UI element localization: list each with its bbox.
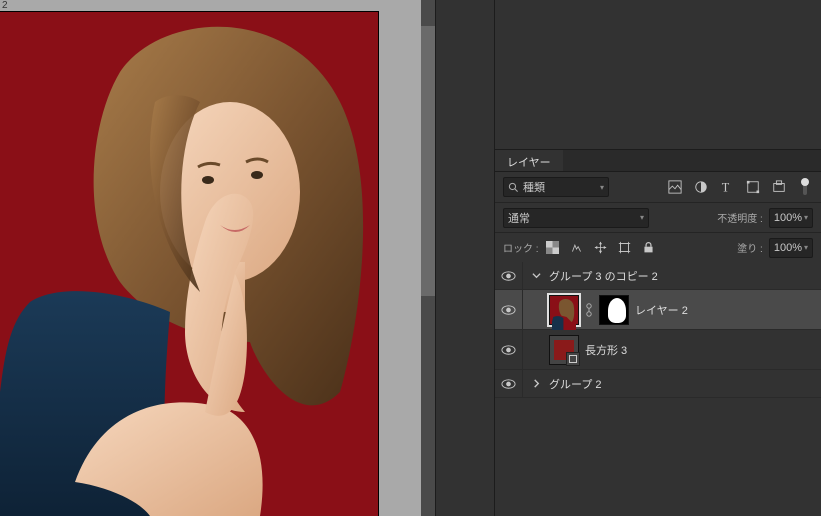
artboard[interactable]	[0, 12, 378, 516]
lock-image-icon[interactable]	[569, 240, 585, 256]
layer-mask-link-icon[interactable]	[585, 303, 593, 317]
panels-area: レイヤー 種類 ▾ T	[494, 0, 821, 516]
thumbnail-content	[552, 298, 576, 330]
lock-row: ロック : 塗り : 100% ▾	[495, 232, 821, 262]
layer-name[interactable]: グループ 2	[549, 376, 815, 392]
canvas-vertical-scrollbar[interactable]	[421, 0, 435, 516]
layer-image-row[interactable]: レイヤー 2	[495, 290, 821, 330]
lock-artboard-icon[interactable]	[617, 240, 633, 256]
layer-mask-thumbnail[interactable]	[599, 295, 629, 325]
opacity-value[interactable]: 100% ▾	[769, 208, 813, 228]
filter-toggle-switch[interactable]	[797, 179, 813, 195]
subject-image	[0, 12, 378, 516]
visibility-toggle[interactable]	[495, 290, 523, 329]
shape-thumbnail[interactable]	[549, 335, 579, 365]
filter-adjust-icon[interactable]	[693, 179, 709, 195]
search-icon	[508, 182, 519, 193]
chevron-down-icon: ▾	[804, 243, 808, 252]
layer-group-row[interactable]: グループ 2	[495, 370, 821, 398]
layers-tree: グループ 3 のコピー 2 レイヤー 2	[495, 262, 821, 516]
visibility-toggle[interactable]	[495, 330, 523, 369]
upper-panel	[495, 0, 821, 150]
layer-shape-row[interactable]: 長方形 3	[495, 330, 821, 370]
shape-badge-icon	[566, 352, 580, 366]
panel-dock-gap	[435, 0, 494, 516]
chevron-down-icon: ▾	[600, 183, 604, 192]
filter-type-icon[interactable]: T	[719, 179, 735, 195]
layers-panel-tabs: レイヤー	[495, 150, 821, 172]
layer-group-row[interactable]: グループ 3 のコピー 2	[495, 262, 821, 290]
blend-mode-select[interactable]: 通常 ▾	[503, 208, 649, 228]
filter-smart-icon[interactable]	[771, 179, 787, 195]
layer-thumbnail[interactable]	[549, 295, 579, 325]
filter-kind-select[interactable]: 種類 ▾	[503, 177, 609, 197]
filter-kind-label: 種類	[523, 179, 545, 195]
filter-pixel-icon[interactable]	[667, 179, 683, 195]
lock-transparency-icon[interactable]	[545, 240, 561, 256]
canvas-area[interactable]: 2	[0, 0, 435, 516]
visibility-toggle[interactable]	[495, 262, 523, 289]
group-disclosure-open[interactable]	[529, 271, 543, 280]
group-disclosure-closed[interactable]	[529, 379, 543, 388]
layer-name[interactable]: 長方形 3	[585, 342, 815, 358]
filter-shape-icon[interactable]	[745, 179, 761, 195]
lock-position-icon[interactable]	[593, 240, 609, 256]
blend-row: 通常 ▾ 不透明度 : 100% ▾	[495, 202, 821, 232]
svg-text:T: T	[722, 180, 730, 194]
layer-filter-row: 種類 ▾ T	[495, 172, 821, 202]
blend-mode-label: 通常	[508, 210, 530, 226]
visibility-toggle[interactable]	[495, 370, 523, 397]
layer-name[interactable]: グループ 3 のコピー 2	[549, 268, 815, 284]
lock-all-icon[interactable]	[641, 240, 657, 256]
chevron-down-icon: ▾	[640, 213, 644, 222]
fill-value[interactable]: 100% ▾	[769, 238, 813, 258]
tab-layers[interactable]: レイヤー	[495, 150, 563, 171]
layer-name[interactable]: レイヤー 2	[635, 302, 815, 318]
fill-label[interactable]: 塗り :	[737, 240, 763, 255]
chevron-down-icon: ▾	[804, 213, 808, 222]
opacity-label[interactable]: 不透明度 :	[717, 210, 763, 225]
lock-label: ロック :	[503, 240, 539, 255]
